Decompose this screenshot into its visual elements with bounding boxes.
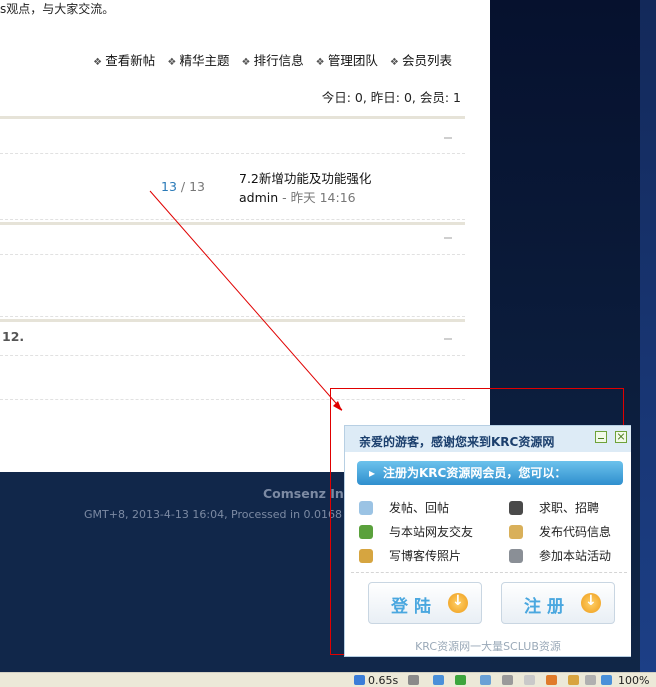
- forum-thread-count: 13 / 13: [161, 179, 205, 194]
- topic-count[interactable]: 13: [161, 179, 177, 194]
- user-gear-icon: [509, 548, 523, 563]
- network-icon[interactable]: [408, 675, 419, 685]
- zoom-icon[interactable]: [601, 675, 612, 685]
- download-arrow-icon: [581, 593, 601, 613]
- scrollbar[interactable]: [640, 0, 656, 672]
- sound-icon[interactable]: [480, 675, 491, 685]
- popup-divider: [351, 572, 627, 573]
- intro-text: s观点，与大家交流。: [0, 2, 115, 16]
- speed-icon: [354, 675, 365, 685]
- forum-stats: 今日: 0, 昨日: 0, 会员: 1: [321, 90, 461, 105]
- section-divider: [0, 222, 465, 225]
- feature-events: 参加本站活动: [509, 547, 611, 564]
- footer-info: GMT+8, 2013-4-13 16:04, Processed in 0.0…: [84, 508, 343, 521]
- last-post-meta: admin - 昨天 14:16: [239, 187, 356, 206]
- image-icon[interactable]: [433, 675, 444, 685]
- section-divider: [0, 116, 465, 119]
- add-friend-icon: [359, 524, 373, 539]
- blog-icon: [359, 548, 373, 563]
- feature-friends: 与本站网友交友: [359, 523, 473, 540]
- nav-new-posts-link[interactable]: 查看新帖: [93, 50, 155, 69]
- popup-title: 亲爱的游客，感谢您来到KRC资源网: [359, 435, 555, 449]
- feature-blog-photos: 写博客传照片: [359, 547, 461, 564]
- browser-status-bar: 0.65s 100%: [0, 672, 656, 687]
- post-count: 13: [189, 179, 205, 194]
- pencil-icon: [359, 500, 373, 515]
- last-post-time: - 昨天 14:16: [278, 190, 356, 205]
- nav-ranking-link[interactable]: 排行信息: [241, 50, 304, 69]
- register-banner-text: 注册为KRC资源网会员，您可以：: [383, 466, 567, 480]
- settings-icon[interactable]: [585, 675, 596, 685]
- nav-staff-link[interactable]: 管理团队: [316, 50, 378, 69]
- partial-forum-text: 12.: [2, 329, 25, 344]
- last-post-title[interactable]: 7.2新增功能及功能强化: [239, 168, 371, 187]
- row-divider: [0, 355, 465, 356]
- register-button[interactable]: 注册: [501, 582, 615, 624]
- close-icon[interactable]: [615, 431, 627, 443]
- guest-welcome-popup: 亲爱的游客，感谢您来到KRC资源网 注册为KRC资源网会员，您可以： 发帖、回帖…: [344, 425, 631, 657]
- login-label: 登陆: [391, 597, 437, 617]
- download-arrow-icon: [448, 593, 468, 613]
- collapse-toggle[interactable]: [444, 237, 452, 239]
- feature-jobs: 求职、招聘: [509, 499, 599, 516]
- count-separator: /: [176, 179, 190, 194]
- feature-post-reply: 发帖、回帖: [359, 499, 449, 516]
- screenshot-icon[interactable]: [568, 675, 579, 685]
- collapse-toggle[interactable]: [444, 137, 452, 139]
- row-divider: [0, 219, 465, 220]
- register-label: 注册: [524, 597, 570, 617]
- clipboard-icon: [509, 524, 523, 539]
- popup-footer-text: KRC资源网一大量SCLUB资源: [415, 640, 561, 653]
- last-post-user[interactable]: admin: [239, 190, 278, 205]
- minimize-icon[interactable]: [595, 431, 607, 443]
- login-button[interactable]: 登陆: [368, 582, 482, 624]
- download-icon[interactable]: [455, 675, 466, 685]
- nav-digest-link[interactable]: 精华主题: [167, 50, 229, 69]
- mouse-gesture-icon[interactable]: [502, 675, 513, 685]
- person-icon: [509, 500, 523, 515]
- zoom-level[interactable]: 100%: [618, 674, 649, 687]
- row-divider: [0, 153, 465, 154]
- page-icon[interactable]: [524, 675, 535, 685]
- top-navigation: 查看新帖 精华主题 排行信息 管理团队 会员列表: [93, 50, 452, 69]
- popup-header: 亲爱的游客，感谢您来到KRC资源网: [345, 426, 631, 452]
- load-time: 0.65s: [368, 674, 399, 687]
- feed-icon[interactable]: [546, 675, 557, 685]
- row-divider: [0, 254, 465, 255]
- row-divider: [0, 316, 465, 317]
- feature-code-info: 发布代码信息: [509, 523, 611, 540]
- nav-members-link[interactable]: 会员列表: [390, 50, 452, 69]
- collapse-toggle[interactable]: [444, 338, 452, 340]
- register-banner[interactable]: 注册为KRC资源网会员，您可以：: [357, 461, 623, 485]
- section-divider: [0, 319, 465, 322]
